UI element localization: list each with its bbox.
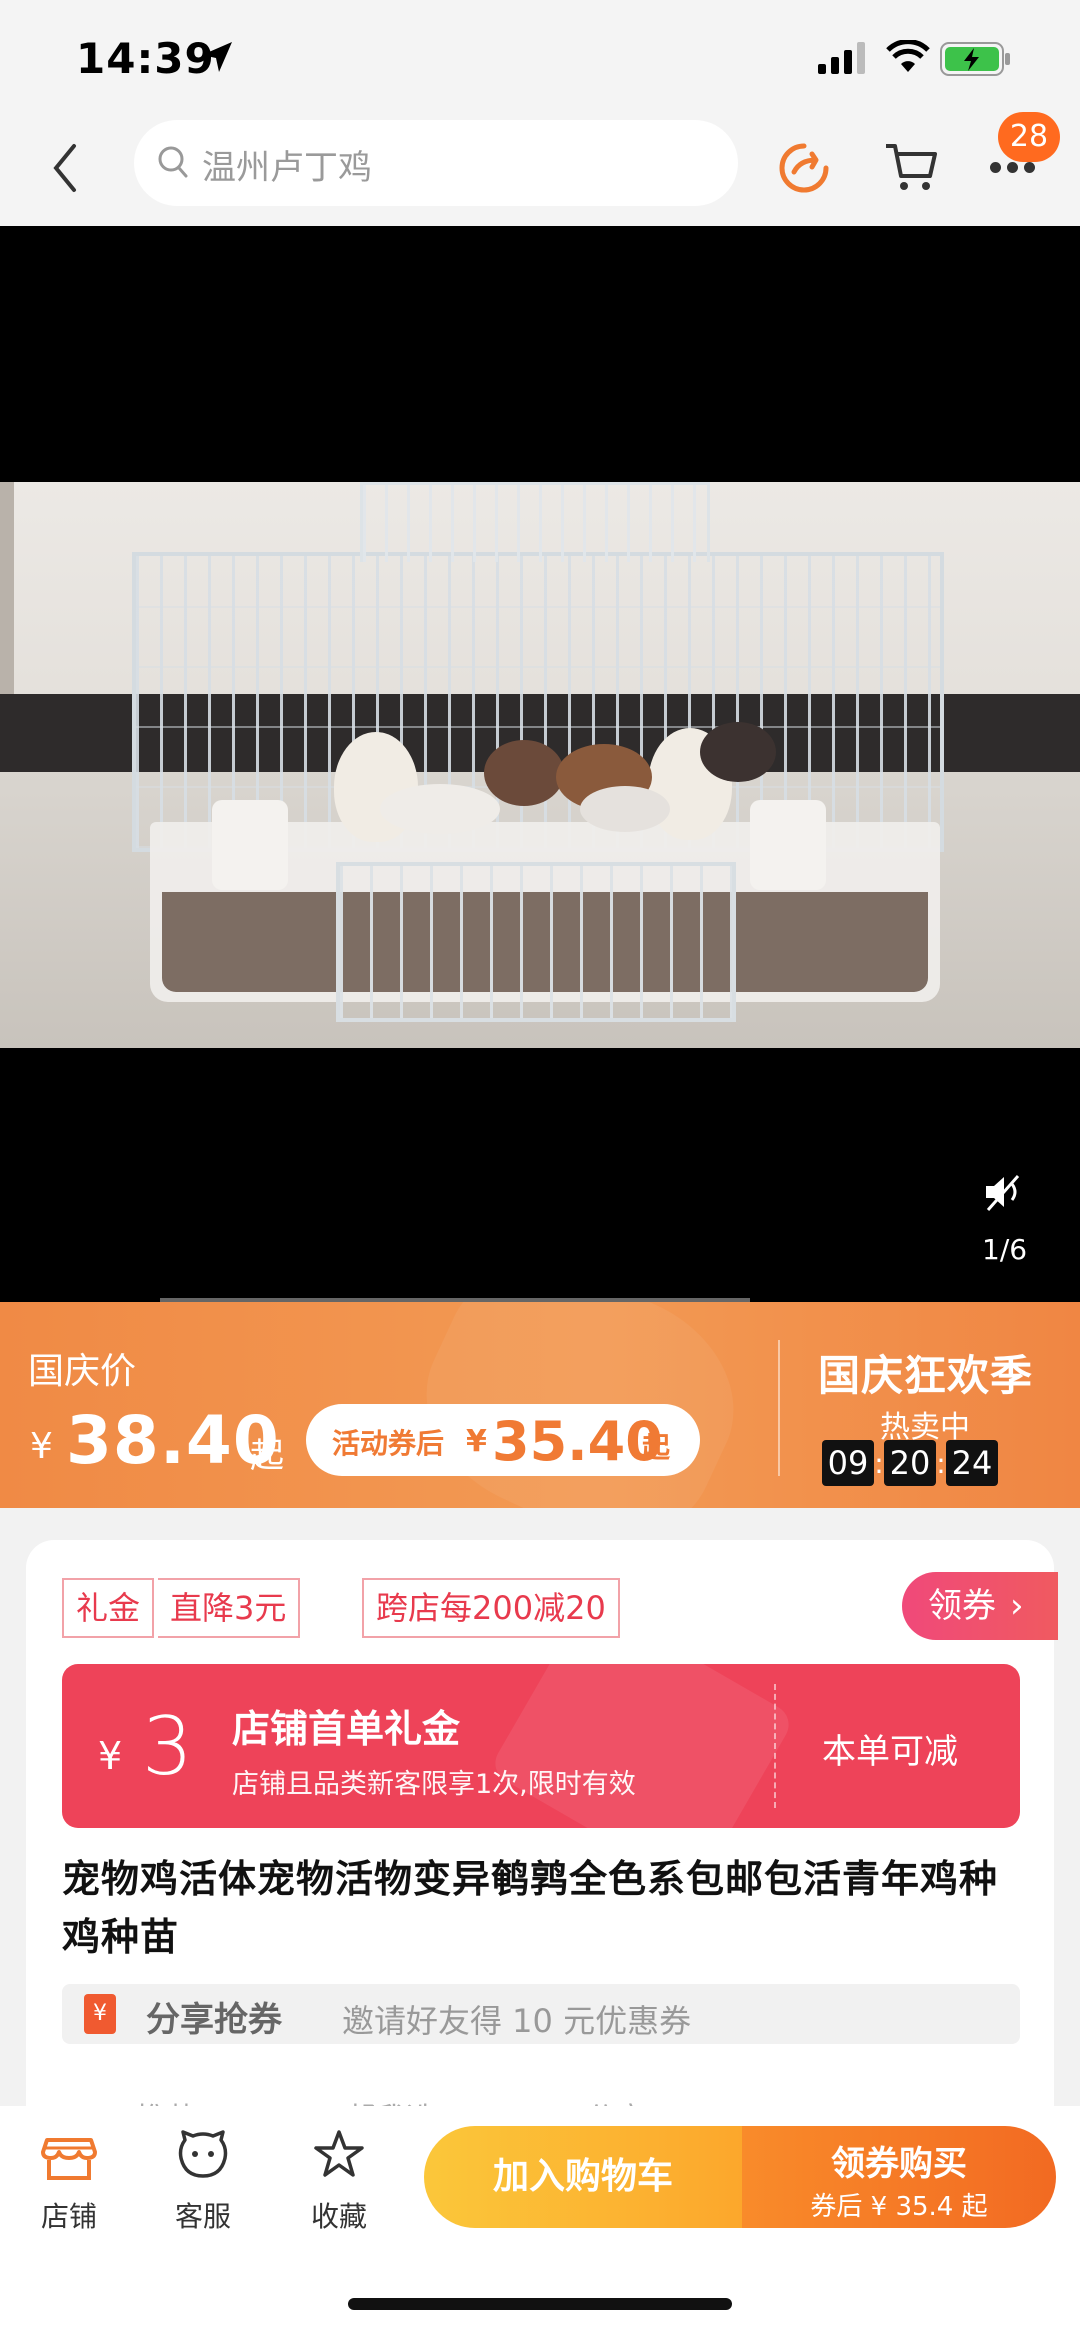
chevron-right-icon: › [1010, 1586, 1024, 1626]
gift-title: 店铺首单礼金 [232, 1707, 461, 1751]
search-box[interactable]: 温州卢丁鸡 [134, 120, 738, 206]
product-video-frame [0, 482, 1080, 1048]
home-indicator[interactable] [348, 2298, 732, 2310]
cellular-signal-icon [818, 42, 865, 74]
status-bar: 14:39 [0, 0, 1080, 120]
search-placeholder: 温州卢丁鸡 [202, 148, 372, 188]
gift-applicable-label: 本单可减 [822, 1732, 958, 1772]
price-amount: 38.40 [66, 1402, 280, 1479]
price-currency: ¥ [30, 1426, 53, 1467]
coupon-ticket-icon: ¥ [84, 1994, 116, 2034]
get-coupon-button[interactable]: 领券 › [902, 1572, 1058, 1640]
share-coupon-bar[interactable]: ¥ 分享抢券 邀请好友得 10 元优惠券 [62, 1984, 1020, 2044]
customer-service-icon [178, 2130, 228, 2178]
add-to-cart-button[interactable]: 加入购物车 [424, 2126, 742, 2228]
share-arrow-icon[interactable] [776, 140, 832, 196]
share-coupon-label: 分享抢券 [146, 2000, 282, 2040]
back-arrow-icon[interactable] [44, 136, 84, 200]
product-media-viewer[interactable]: 1/6 [0, 226, 1080, 1304]
price-banner: 国庆价 ¥ 38.40 起 活动券后 ¥ 35.40 起 国庆狂欢季 热卖中 0… [0, 1302, 1080, 1508]
promo-tag: 礼金 [62, 1578, 155, 1638]
search-icon [158, 146, 188, 178]
battery-charging-icon [940, 42, 1010, 76]
star-icon [314, 2130, 364, 2177]
gift-subtitle: 店铺且品类新客限享1次,限时有效 [232, 1769, 636, 1800]
cart-count-badge: 28 [998, 112, 1060, 162]
status-time: 14:39 [76, 34, 215, 83]
countdown-timer: 09:20:24 [822, 1440, 998, 1486]
gift-amount: 3 [142, 1700, 193, 1793]
store-icon [41, 2138, 97, 2180]
promo-tag: 直降3元 [158, 1578, 301, 1638]
top-nav-bar: 温州卢丁鸡 28 [0, 110, 1080, 226]
store-first-order-gift[interactable]: ¥ 3 店铺首单礼金 店铺且品类新客限享1次,限时有效 本单可减 [62, 1664, 1020, 1828]
wifi-icon [886, 40, 930, 72]
coupon-buy-button[interactable]: 领券购买 券后 ¥ 35.4 起 [742, 2126, 1056, 2228]
favorite-button[interactable]: 收藏 [284, 2126, 394, 2235]
mute-speaker-icon[interactable] [980, 1170, 1024, 1214]
share-coupon-desc: 邀请好友得 10 元优惠券 [342, 2002, 692, 2040]
price-label: 国庆价 [28, 1351, 137, 1392]
store-button[interactable]: 店铺 [14, 2126, 124, 2235]
festival-title: 国庆狂欢季 [818, 1351, 1034, 1400]
product-title: 宠物鸡活体宠物活物变异鹌鹑全色系包邮包活青年鸡种鸡种苗 [62, 1857, 999, 1959]
location-arrow-icon [202, 42, 232, 72]
customer-service-button[interactable]: 客服 [148, 2126, 258, 2235]
product-info-card: 礼金 直降3元 跨店每200减20 领券 › ¥ 3 店铺首单礼金 店铺且品类新客… [26, 1540, 1058, 2140]
coupon-price-pill: 活动券后 ¥ 35.40 起 [306, 1404, 700, 1476]
promo-tag: 跨店每200减20 [362, 1578, 620, 1638]
cart-icon[interactable] [882, 138, 940, 196]
media-page-indicator: 1/6 [982, 1233, 1028, 1266]
price-from-suffix: 起 [250, 1436, 284, 1476]
